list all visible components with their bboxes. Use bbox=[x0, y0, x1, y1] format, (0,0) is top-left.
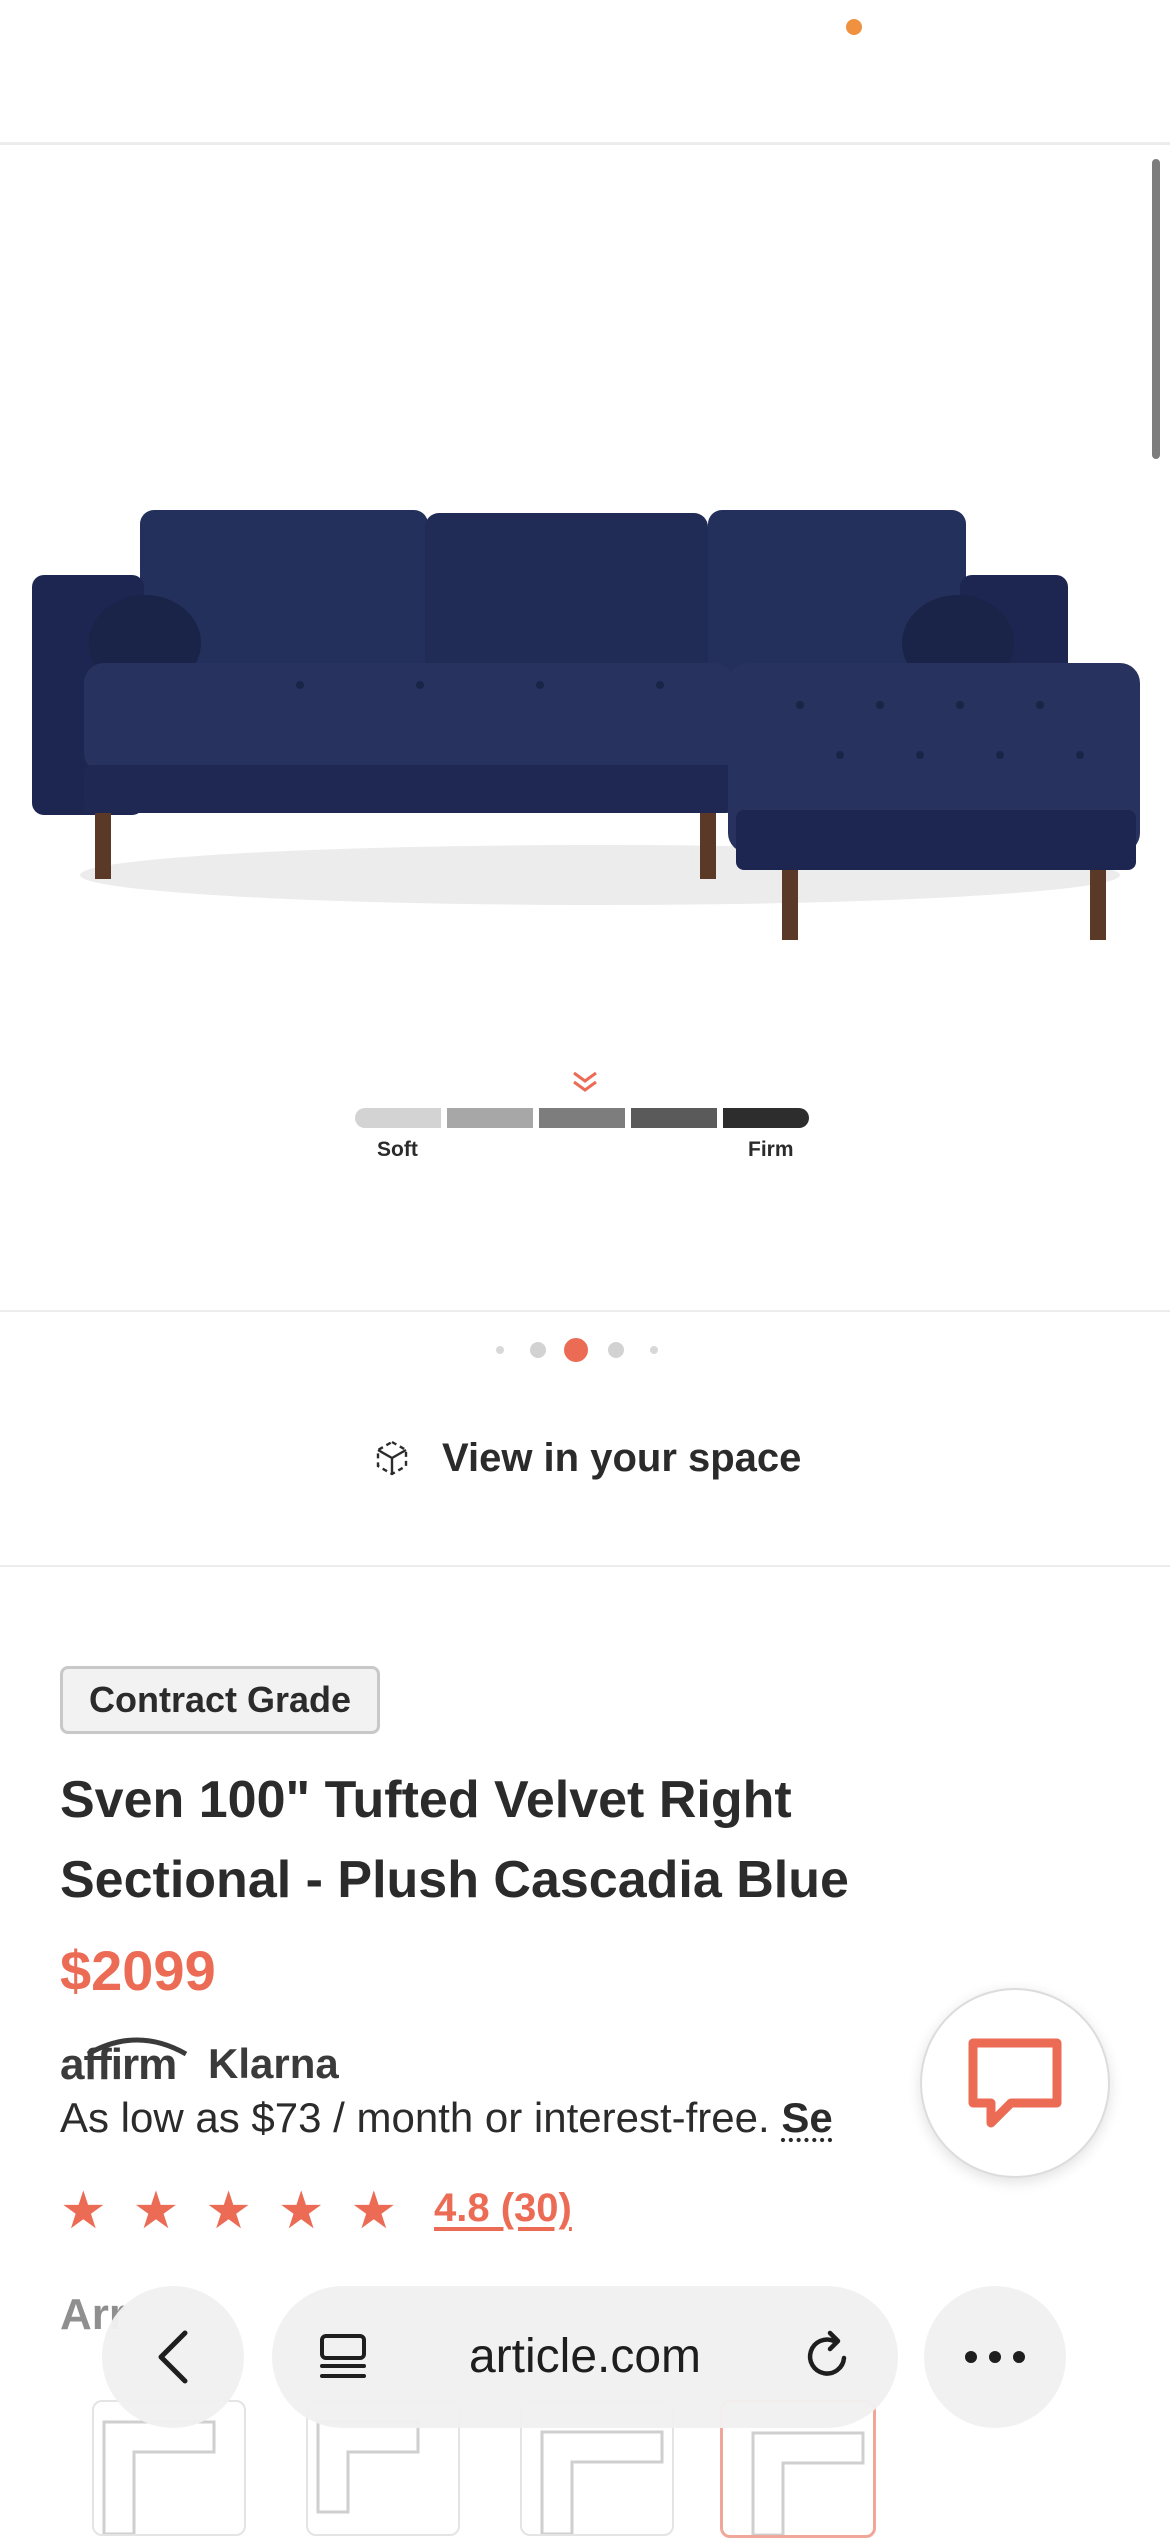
carousel-dot[interactable] bbox=[496, 1346, 504, 1354]
star-icon: ★ bbox=[350, 2182, 398, 2240]
firmness-segment bbox=[723, 1108, 809, 1128]
carousel-dot[interactable] bbox=[650, 1346, 658, 1354]
browser-more-button[interactable] bbox=[924, 2286, 1066, 2428]
star-icon: ★ bbox=[205, 2182, 252, 2240]
reload-icon[interactable] bbox=[800, 2328, 856, 2384]
product-price: $2099 bbox=[60, 1939, 216, 2002]
contract-grade-badge: Contract Grade bbox=[60, 1666, 381, 1734]
firmness-segment bbox=[631, 1108, 717, 1128]
chat-bubble-icon bbox=[968, 2038, 1062, 2128]
chevron-left-icon bbox=[158, 2330, 188, 2384]
firmness-segment bbox=[539, 1108, 625, 1128]
affirm-logo: affirm bbox=[60, 2040, 177, 2089]
star-rating: ★ ★ ★ ★ ★ bbox=[60, 2183, 397, 2239]
section-divider bbox=[0, 1565, 1170, 1567]
ellipsis-icon bbox=[965, 2351, 1025, 2363]
firmness-firm-label: Firm bbox=[748, 1138, 794, 1161]
financing-link[interactable]: Se bbox=[781, 2094, 832, 2141]
carousel-dots[interactable] bbox=[0, 1330, 1170, 1370]
firmness-segment bbox=[447, 1108, 533, 1128]
address-bar[interactable]: article.com bbox=[272, 2286, 898, 2428]
notification-dot bbox=[846, 19, 862, 35]
star-icon: ★ bbox=[132, 2182, 180, 2240]
klarna-logo: Klarna bbox=[208, 2040, 339, 2087]
firmness-soft-label: Soft bbox=[377, 1138, 418, 1161]
financing-text: As low as $73 / month or interest-free. … bbox=[60, 2094, 833, 2142]
reviews-link[interactable]: 4.8 (30) bbox=[434, 2186, 572, 2231]
badge-label: Contract Grade bbox=[89, 1679, 352, 1720]
firmness-marker-icon bbox=[573, 1071, 597, 1092]
top-bar bbox=[0, 0, 1170, 145]
carousel-dot[interactable] bbox=[608, 1342, 624, 1358]
star-icon: ★ bbox=[60, 2182, 107, 2240]
financing-label: As low as $73 / month or interest-free. bbox=[60, 2094, 770, 2141]
star-icon: ★ bbox=[277, 2182, 325, 2240]
chat-button[interactable] bbox=[920, 1988, 1110, 2178]
view-in-space-button[interactable]: View in your space bbox=[370, 1428, 801, 1488]
carousel-dot[interactable] bbox=[530, 1342, 546, 1358]
product-title: Sven 100" Tufted Velvet Right Sectional … bbox=[60, 1771, 849, 1909]
sofa-image bbox=[32, 510, 1140, 940]
ar-cube-icon bbox=[376, 1440, 408, 1476]
browser-back-button[interactable] bbox=[102, 2286, 244, 2428]
carousel-dot-active[interactable] bbox=[564, 1338, 588, 1362]
view-in-space-label: View in your space bbox=[442, 1435, 802, 1480]
product-gallery[interactable]: Soft Firm bbox=[0, 145, 1170, 1312]
firmness-segment bbox=[355, 1108, 441, 1128]
